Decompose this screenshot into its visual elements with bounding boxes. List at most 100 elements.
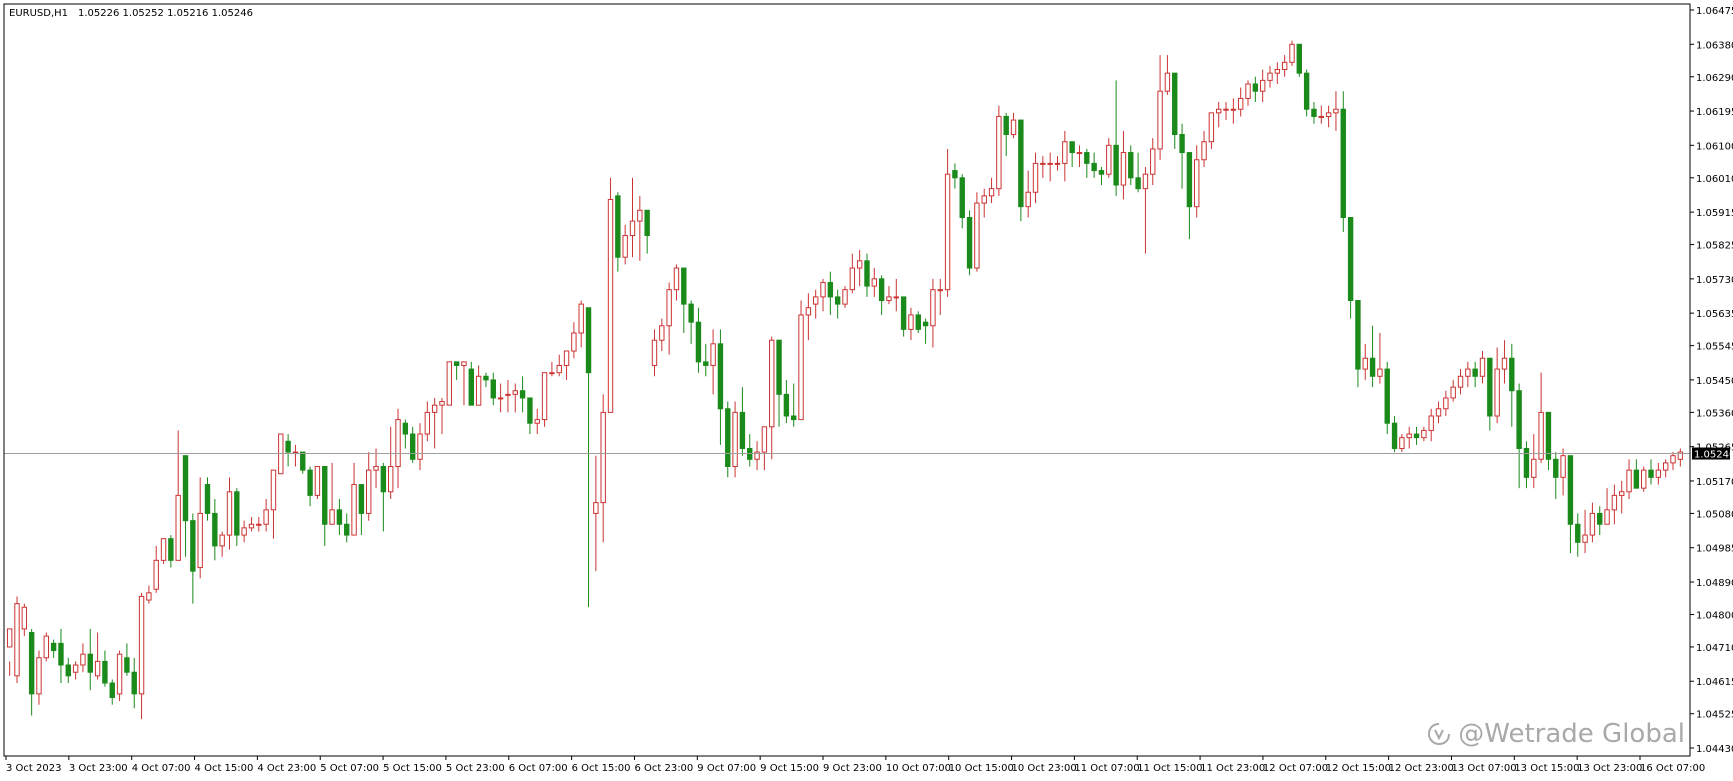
chart-symbol-label: EURUSD,H1 — [9, 8, 68, 19]
time-axis[interactable]: 3 Oct 2023 3 Oct 23:00 4 Oct 07:00 4 Oct 15… — [5, 756, 1705, 774]
candle-body-bull — [1435, 408, 1442, 417]
candle-body-bull — [930, 289, 936, 327]
candle-body-bull — [549, 372, 555, 375]
y-tick-label: 1.06290 — [1696, 73, 1733, 84]
candle-body-bull — [1450, 386, 1456, 399]
candle-body-bear — [468, 368, 474, 406]
candle-body-bear — [1296, 43, 1303, 74]
candle-body-bull — [138, 595, 145, 695]
candle-body-bull — [761, 426, 768, 453]
candle-body-bull — [351, 484, 357, 536]
candle-body-bear — [1413, 433, 1420, 439]
candle-body-bear — [827, 281, 834, 298]
candle-body-bull — [637, 209, 643, 222]
candle-body-bear — [1369, 357, 1376, 377]
candle-body-bull — [366, 469, 372, 514]
candle-body-bull — [497, 397, 504, 400]
y-tick-label: 1.04985 — [1696, 544, 1733, 555]
candle-body-bear — [380, 466, 387, 493]
candle-body-bear — [1172, 72, 1178, 136]
candle-body-bull — [1604, 509, 1610, 525]
candle-body-bull — [1589, 512, 1596, 536]
x-tick-label: 11 Oct 07:00 — [1074, 763, 1139, 774]
candle-body-bull — [805, 307, 812, 316]
candle-body-bull — [512, 390, 518, 395]
price-axis[interactable]: 1.06475 1.06380 1.06290 1.06195 1.06100 1.060… — [1690, 6, 1733, 755]
candle-body-bull — [1142, 173, 1149, 190]
candle-body-bear — [409, 433, 416, 460]
candle-body-bear — [717, 343, 724, 410]
candle-body-bear — [28, 632, 35, 695]
candle-body-bear — [966, 217, 973, 269]
x-tick-label: 6 Oct 15:00 — [572, 763, 631, 774]
candle-body-bull — [1443, 397, 1449, 410]
candle-body-bear — [1391, 422, 1398, 449]
x-tick-label: 4 Oct 07:00 — [132, 763, 191, 774]
candle-body-bear — [1311, 108, 1317, 117]
candle-body-bull — [1428, 415, 1434, 431]
y-tick-label: 1.04430 — [1696, 744, 1733, 755]
candle-body-bull — [534, 419, 540, 424]
candle-body-bear — [182, 455, 189, 522]
y-tick-label: 1.05450 — [1696, 376, 1733, 387]
candle-body-bull — [1560, 455, 1566, 478]
candle-body-bull — [1201, 141, 1207, 161]
candle-body-bear — [50, 642, 57, 652]
candle-body-bear — [791, 415, 797, 421]
candle-body-bear — [1648, 469, 1654, 478]
candle-body-bear — [131, 671, 137, 695]
candle-body-bull — [541, 372, 548, 421]
chart-window[interactable]: 1.06475 1.06380 1.06290 1.06195 1.06100 1.060… — [0, 0, 1733, 777]
candle-body-bull — [732, 411, 738, 468]
candle-body-bull — [556, 364, 562, 374]
candle-body-bear — [900, 296, 907, 330]
candle-body-bull — [1237, 97, 1244, 110]
candle-body-bear — [402, 422, 409, 435]
candle-body-bear — [1113, 144, 1119, 186]
x-tick-label: 10 Oct 07:00 — [886, 763, 951, 774]
candle-body-bull — [219, 534, 225, 547]
candle-body-bear — [1252, 83, 1259, 92]
candle-body-bull — [871, 278, 878, 287]
candle-body-bear — [1355, 300, 1361, 370]
candle-body-bear — [1179, 134, 1185, 154]
candle-body-bear — [1069, 141, 1075, 154]
candle-body-bull — [798, 314, 804, 421]
candle-body-bull — [1274, 69, 1281, 74]
candle-body-bull — [842, 289, 848, 305]
candle-body-bull — [270, 469, 277, 511]
candle-body-bull — [1655, 469, 1662, 478]
candle-body-bear — [1018, 119, 1024, 208]
candle-body-bull — [175, 494, 181, 561]
y-tick-label: 1.04710 — [1696, 643, 1733, 654]
candle-body-bear — [1347, 217, 1354, 302]
candle-body-bull — [94, 660, 101, 677]
candlestick-chart[interactable]: 1.06475 1.06380 1.06290 1.06195 1.06100 1.060… — [0, 0, 1733, 777]
candle-body-bear — [87, 653, 93, 673]
candle-body-bull — [263, 509, 269, 525]
candle-body-bear — [1303, 72, 1310, 110]
y-tick-label: 1.05360 — [1696, 408, 1733, 419]
candle-body-bear — [681, 267, 687, 305]
candle-body-bear — [1135, 177, 1141, 190]
candle-body-bull — [1164, 72, 1171, 92]
watermark-text: @Wetrade Global — [1458, 719, 1685, 749]
x-tick-label: 4 Oct 23:00 — [257, 763, 316, 774]
candle-body-bull — [1457, 375, 1464, 388]
candle-body-bear — [212, 512, 218, 547]
candle-body-bull — [373, 466, 379, 471]
candle-body-bull — [849, 267, 856, 291]
candle-body-bull — [80, 653, 86, 666]
candle-body-bear — [1545, 411, 1552, 460]
candle-body-bear — [300, 451, 306, 471]
candle-body-bull — [226, 491, 233, 536]
candle-body-bear — [1509, 357, 1515, 392]
candle-body-bull — [197, 512, 203, 569]
candle-body-bull — [1465, 368, 1471, 377]
candle-body-bull — [1076, 152, 1083, 155]
candle-body-bull — [1325, 112, 1332, 117]
candle-body-bear — [864, 260, 870, 287]
candle-body-bull — [1538, 411, 1544, 460]
candle-body-bull — [72, 664, 79, 673]
x-tick-label: 5 Oct 07:00 — [320, 763, 379, 774]
